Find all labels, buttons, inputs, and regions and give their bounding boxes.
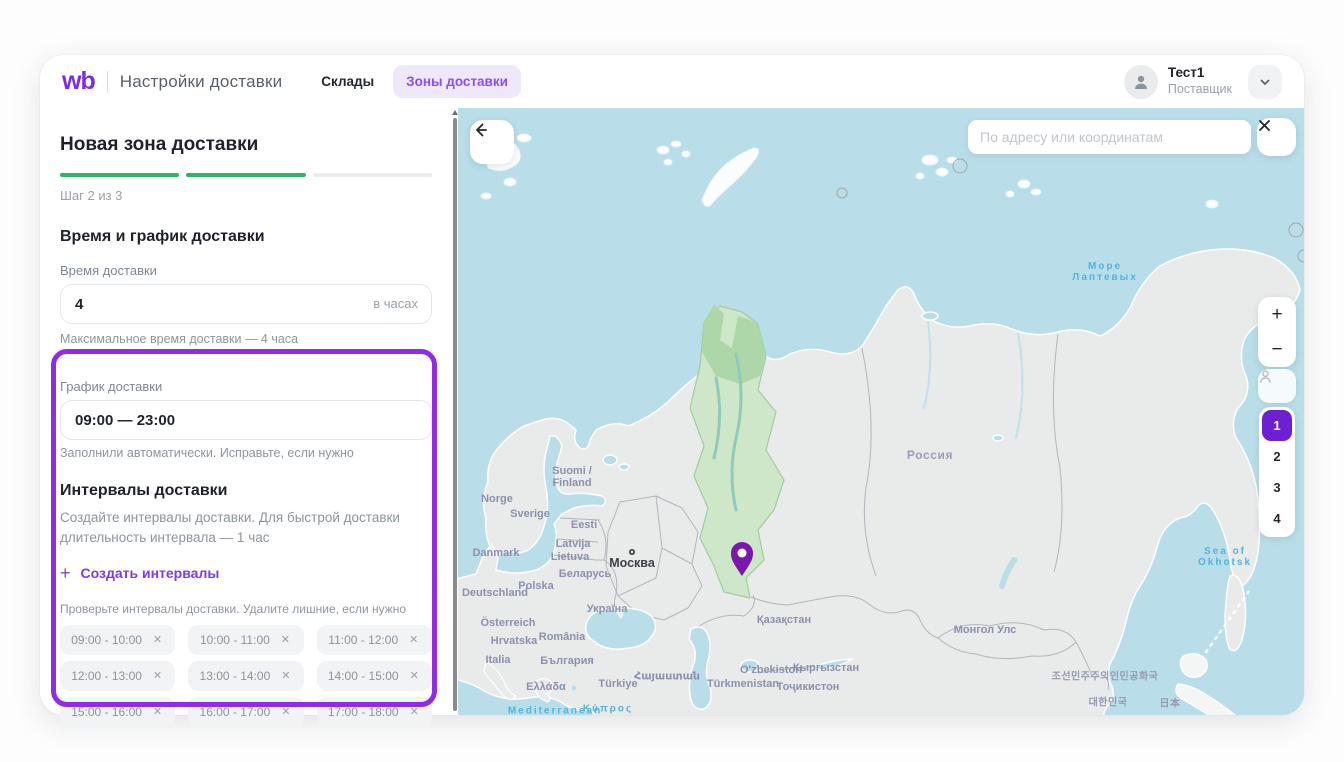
interval-chip-label: 16:00 - 17:00 xyxy=(200,705,271,719)
interval-chip: 15:00 - 16:00 ✕ xyxy=(60,697,175,727)
interval-chip: 09:00 - 10:00 ✕ xyxy=(60,625,175,655)
back-button[interactable] xyxy=(470,120,514,164)
interval-chip-label: 14:00 - 15:00 xyxy=(328,669,399,683)
progress-segment xyxy=(186,173,305,177)
person-icon xyxy=(1258,369,1273,384)
interval-chip: 13:00 - 14:00 ✕ xyxy=(188,661,303,691)
zone-item-4[interactable]: 4 xyxy=(1262,503,1292,534)
nav-tabs: Склады Зоны доставки xyxy=(308,65,521,98)
zone-item-2[interactable]: 2 xyxy=(1262,441,1292,472)
intervals-description: Создайте интервалы доставки. Для быстрой… xyxy=(60,508,420,547)
user-info: Тест1 Поставщик xyxy=(1168,65,1232,98)
remove-interval-icon[interactable]: ✕ xyxy=(407,633,420,648)
interval-chip: 12:00 - 13:00 ✕ xyxy=(60,661,175,691)
geolocation-button[interactable] xyxy=(1258,369,1296,403)
header: wb Настройки доставки Склады Зоны достав… xyxy=(40,55,1304,108)
remove-interval-icon[interactable]: ✕ xyxy=(151,669,164,684)
progress-segment xyxy=(313,173,432,177)
tab-delivery-zones[interactable]: Зоны доставки xyxy=(393,65,521,98)
remove-interval-icon[interactable]: ✕ xyxy=(408,669,421,684)
step-progress xyxy=(60,173,432,177)
interval-chip-label: 11:00 - 12:00 xyxy=(328,633,398,647)
create-intervals-label: Создать интервалы xyxy=(81,565,220,581)
scrollbar-thumb[interactable] xyxy=(453,118,457,711)
schedule-helper: Заполнили автоматически. Исправьте, если… xyxy=(60,446,432,460)
zone-item-1[interactable]: 1 xyxy=(1262,410,1292,441)
zoom-in-button[interactable]: + xyxy=(1258,297,1296,332)
interval-chip: 11:00 - 12:00 ✕ xyxy=(317,625,432,655)
interval-chip-label: 09:00 - 10:00 xyxy=(71,633,142,647)
remove-interval-icon[interactable]: ✕ xyxy=(279,633,292,648)
map-graphic xyxy=(458,108,1304,715)
interval-chip-label: 15:00 - 16:00 xyxy=(71,705,142,719)
delivery-time-label: Время доставки xyxy=(60,263,432,278)
zone-wizard-panel: Новая зона доставки Шаг 2 из 3 Время и г… xyxy=(40,108,452,715)
create-intervals-button[interactable]: + Создать интервалы xyxy=(60,564,432,582)
interval-chip: 14:00 - 15:00 ✕ xyxy=(317,661,432,691)
step-label: Шаг 2 из 3 xyxy=(60,188,432,203)
interval-chip-label: 10:00 - 11:00 xyxy=(200,633,270,647)
page-title: Настройки доставки xyxy=(120,72,283,92)
remove-interval-icon[interactable]: ✕ xyxy=(408,705,421,720)
interval-chips: 09:00 - 10:00 ✕ 10:00 - 11:00 ✕ 11:00 - 12… xyxy=(60,625,432,727)
intervals-title: Интервалы доставки xyxy=(60,482,432,500)
schedule-input[interactable] xyxy=(60,400,432,440)
close-icon xyxy=(1257,118,1272,133)
remove-interval-icon[interactable]: ✕ xyxy=(279,705,292,720)
panel-title: Новая зона доставки xyxy=(60,134,432,156)
zone-number-list: 1 2 3 4 xyxy=(1259,407,1295,537)
schedule-label: График доставки xyxy=(60,379,432,394)
logo-divider xyxy=(107,71,108,93)
interval-chip: 16:00 - 17:00 ✕ xyxy=(188,697,303,727)
interval-chip: 10:00 - 11:00 ✕ xyxy=(188,625,303,655)
user-name: Тест1 xyxy=(1168,65,1232,82)
interval-chip-label: 17:00 - 18:00 xyxy=(328,705,399,719)
chevron-down-icon xyxy=(1258,75,1272,89)
app-window: wb Настройки доставки Склады Зоны достав… xyxy=(40,55,1304,715)
zone-item-3[interactable]: 3 xyxy=(1262,472,1292,503)
remove-interval-icon[interactable]: ✕ xyxy=(279,669,292,684)
section-title: Время и график доставки xyxy=(60,228,432,246)
map-canvas[interactable]: NorgeSverigeSuomi / FinlandEestiLatvijaL… xyxy=(458,108,1304,715)
avatar[interactable] xyxy=(1124,65,1158,99)
zoom-out-button[interactable]: − xyxy=(1258,332,1296,367)
progress-segment xyxy=(60,173,179,177)
delivery-time-suffix: в часах xyxy=(373,296,418,311)
remove-interval-icon[interactable]: ✕ xyxy=(151,705,164,720)
interval-chip-label: 12:00 - 13:00 xyxy=(71,669,142,683)
interval-chip: 17:00 - 18:00 ✕ xyxy=(317,697,432,727)
arrow-left-icon xyxy=(470,120,490,140)
close-button[interactable] xyxy=(1257,118,1296,156)
delivery-time-helper: Максимальное время доставки — 4 часа xyxy=(60,332,432,346)
user-menu-button[interactable] xyxy=(1248,65,1282,99)
wb-logo: wb xyxy=(62,67,95,96)
user-icon xyxy=(1132,73,1150,91)
remove-interval-icon[interactable]: ✕ xyxy=(151,633,164,648)
interval-chip-label: 13:00 - 14:00 xyxy=(200,669,271,683)
tab-warehouses[interactable]: Склады xyxy=(308,65,387,98)
search-input[interactable] xyxy=(968,120,1251,154)
user-role: Поставщик xyxy=(1168,82,1232,98)
zoom-controls: + − xyxy=(1258,297,1296,367)
plus-icon: + xyxy=(60,564,71,582)
intervals-check-hint: Проверьте интервалы доставки. Удалите ли… xyxy=(60,602,432,616)
